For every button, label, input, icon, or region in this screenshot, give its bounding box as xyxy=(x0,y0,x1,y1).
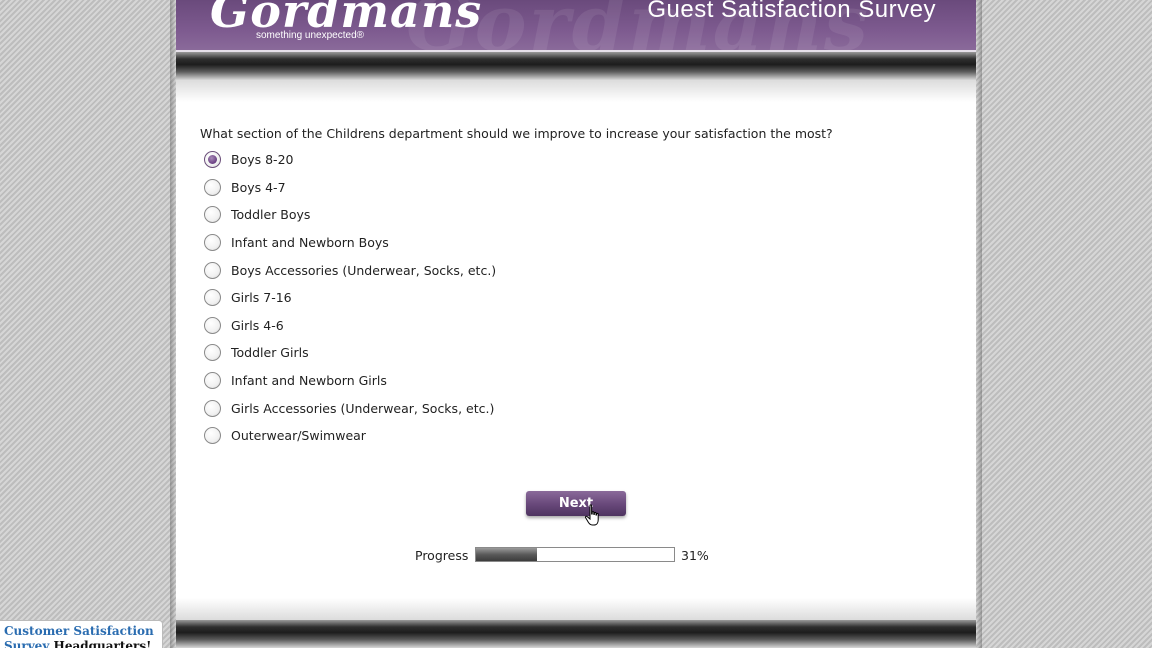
option-outerwear-swimwear[interactable]: Outerwear/Swimwear xyxy=(204,422,496,450)
option-label: Boys 4-7 xyxy=(231,179,286,195)
option-label: Girls 7-16 xyxy=(231,290,292,306)
watermark-line2: Survey Headquarters! xyxy=(4,639,151,648)
option-girls-accessories[interactable]: Girls Accessories (Underwear, Socks, etc… xyxy=(204,394,496,422)
radio-button[interactable] xyxy=(204,261,221,279)
option-boys-accessories[interactable]: Boys Accessories (Underwear, Socks, etc.… xyxy=(204,256,496,284)
radio-button[interactable] xyxy=(204,289,221,307)
answer-options: Boys 8-20 Boys 4-7 Toddler Boys Infant a… xyxy=(204,146,496,450)
footer-divider-band xyxy=(176,620,976,648)
option-label: Outerwear/Swimwear xyxy=(231,428,366,444)
progress-bar xyxy=(475,547,675,562)
survey-title: Guest Satisfaction Survey xyxy=(647,0,936,23)
watermark-word-headquarters: Headquarters! xyxy=(53,639,152,648)
option-toddler-boys[interactable]: Toddler Boys xyxy=(204,201,496,229)
radio-button[interactable] xyxy=(204,372,221,390)
option-label: Toddler Girls xyxy=(231,345,309,361)
radio-button[interactable] xyxy=(204,151,221,169)
hand-pointer-icon xyxy=(584,504,599,526)
option-boys-8-20[interactable]: Boys 8-20 xyxy=(204,146,496,174)
option-label: Toddler Boys xyxy=(231,207,311,223)
option-boys-4-7[interactable]: Boys 4-7 xyxy=(204,174,496,202)
option-label: Boys 8-20 xyxy=(231,152,294,168)
question-text: What section of the Childrens department… xyxy=(200,126,833,141)
next-button[interactable]: Next xyxy=(526,491,626,516)
radio-button[interactable] xyxy=(204,427,221,445)
radio-button[interactable] xyxy=(204,234,221,252)
option-infant-newborn-boys[interactable]: Infant and Newborn Boys xyxy=(204,229,496,257)
footer-fade xyxy=(176,598,976,620)
option-label: Girls 4-6 xyxy=(231,317,284,333)
option-girls-4-6[interactable]: Girls 4-6 xyxy=(204,312,496,340)
progress-bar-fill xyxy=(476,548,538,561)
watermark-line1: Customer Satisfaction xyxy=(4,624,154,638)
radio-button[interactable] xyxy=(204,206,221,224)
option-label: Girls Accessories (Underwear, Socks, etc… xyxy=(231,400,495,416)
survey-page: Gordmans Gordmans something unexpected® … xyxy=(176,0,976,648)
option-label: Infant and Newborn Boys xyxy=(231,235,389,251)
option-infant-newborn-girls[interactable]: Infant and Newborn Girls xyxy=(204,367,496,395)
progress-percent: 31% xyxy=(681,548,709,563)
radio-button[interactable] xyxy=(204,178,221,196)
header-divider-band xyxy=(176,52,976,80)
header-banner: Gordmans Gordmans something unexpected® … xyxy=(176,0,976,52)
option-label: Infant and Newborn Girls xyxy=(231,373,387,389)
progress-label: Progress xyxy=(415,548,469,563)
option-label: Boys Accessories (Underwear, Socks, etc.… xyxy=(231,262,497,278)
radio-button[interactable] xyxy=(204,316,221,334)
header-fade xyxy=(176,80,976,102)
radio-button[interactable] xyxy=(204,344,221,362)
watermark-badge: Customer Satisfaction Survey Headquarter… xyxy=(0,620,163,648)
watermark-word-survey: Survey xyxy=(4,639,50,648)
option-toddler-girls[interactable]: Toddler Girls xyxy=(204,339,496,367)
option-girls-7-16[interactable]: Girls 7-16 xyxy=(204,284,496,312)
radio-button[interactable] xyxy=(204,399,221,417)
logo-tagline: something unexpected® xyxy=(256,30,364,41)
